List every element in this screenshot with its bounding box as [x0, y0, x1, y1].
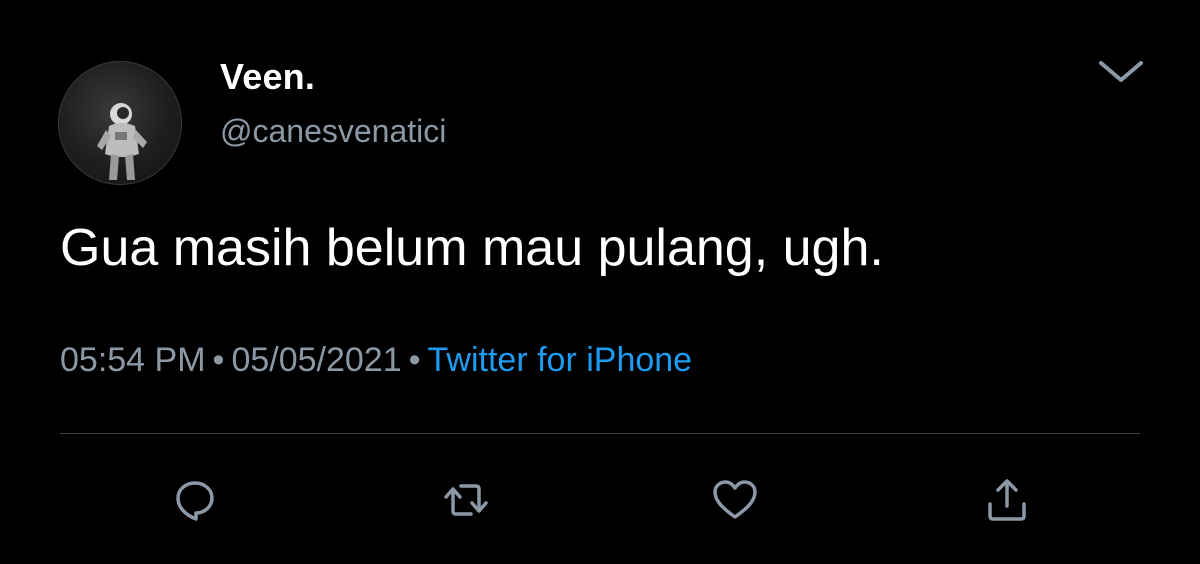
tweet-source-link[interactable]: Twitter for iPhone — [428, 341, 693, 379]
retweet-arrows-icon — [444, 484, 488, 516]
heart-icon — [713, 480, 757, 519]
author-handle[interactable]: @canesvenatici — [220, 113, 446, 150]
tweet-options-button[interactable] — [1096, 56, 1146, 86]
author-display-name[interactable]: Veen. — [220, 56, 315, 98]
comment-bubble-icon — [176, 481, 214, 521]
divider — [60, 433, 1140, 434]
share-button[interactable] — [979, 472, 1035, 528]
meta-separator: • — [408, 341, 421, 379]
like-button[interactable] — [707, 472, 763, 528]
share-upload-icon — [988, 479, 1026, 521]
reply-button[interactable] — [167, 472, 223, 528]
retweet-button[interactable] — [438, 472, 494, 528]
tweet-metadata: 05:54 PM • 05/05/2021 • Twitter for iPhone — [60, 341, 692, 380]
author-avatar[interactable] — [58, 61, 182, 185]
tweet-text: Gua masih belum mau pulang, ugh. — [60, 219, 884, 277]
meta-separator: • — [212, 341, 225, 379]
astronaut-avatar-icon — [97, 103, 147, 180]
tweet-time: 05:54 PM — [60, 341, 206, 379]
tweet-date: 05/05/2021 — [231, 341, 402, 379]
chevron-down-icon — [1099, 61, 1143, 82]
